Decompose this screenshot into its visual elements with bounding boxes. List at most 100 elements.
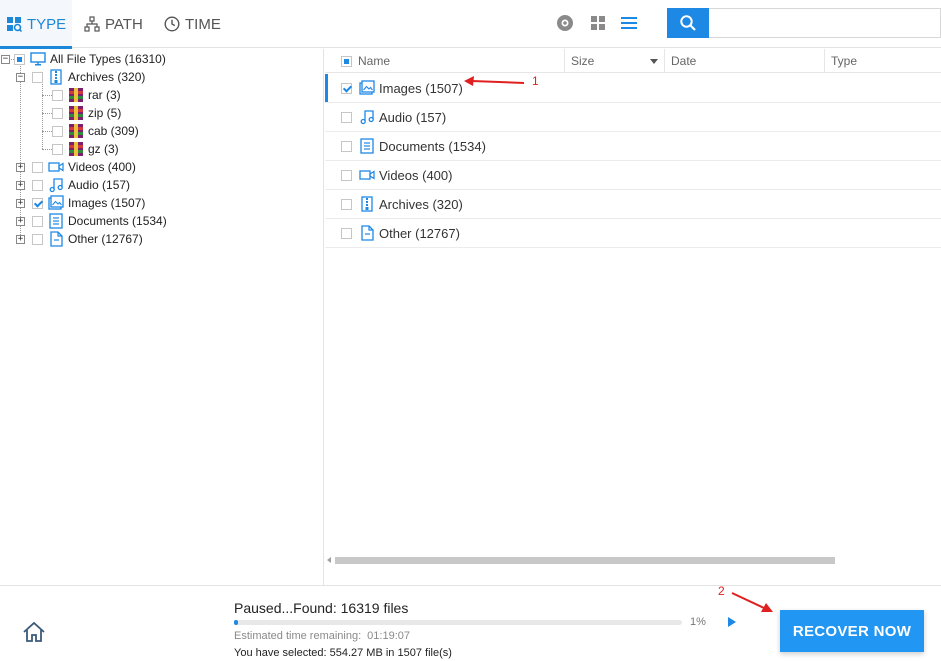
tab-time-label: TIME [185, 15, 221, 33]
tab-path[interactable]: PATH [84, 0, 143, 48]
list-item[interactable]: Archives (320) [325, 190, 941, 219]
resume-play-icon[interactable] [728, 617, 736, 627]
column-date[interactable]: Date [665, 49, 825, 73]
monitor-icon [30, 52, 46, 66]
list-item[interactable]: Documents (1534) [325, 132, 941, 161]
tree-item-label: rar (3) [88, 88, 121, 102]
annotation-arrow-1 [464, 76, 525, 86]
tree-connector [42, 131, 52, 132]
tree-collapse-toggle[interactable]: − [16, 73, 25, 82]
video-icon [48, 162, 64, 172]
tree-item-label: gz (3) [88, 142, 119, 156]
eta-value: 01:19:07 [367, 630, 410, 642]
select-all-checkbox[interactable] [341, 55, 352, 67]
list-item[interactable]: Videos (400) [325, 161, 941, 190]
tree-item-cab[interactable]: cab (309) [52, 122, 139, 140]
tree-item-label: Documents (1534) [68, 214, 167, 228]
file-other-icon [361, 225, 374, 241]
tree-item-label: All File Types (16310) [50, 52, 166, 66]
row-checkbox[interactable] [341, 82, 352, 94]
list-view-icon[interactable] [620, 14, 638, 32]
tree-item-audio[interactable]: Audio (157) [32, 176, 130, 194]
tab-type[interactable]: TYPE [0, 0, 72, 49]
list-item-label: Audio (157) [379, 109, 447, 125]
tab-path-label: PATH [105, 15, 143, 33]
winrar-icon [69, 142, 83, 156]
column-name[interactable]: Name [325, 49, 565, 73]
eta-text: Estimated time remaining: 01:19:07 [234, 630, 410, 642]
tree-item-other[interactable]: Other (12767) [32, 230, 143, 248]
tree-checkbox[interactable] [32, 71, 43, 83]
tree-expand-toggle[interactable]: + [16, 199, 25, 208]
tree-item-label: Images (1507) [68, 196, 146, 210]
home-icon[interactable] [22, 620, 46, 644]
tree-item-all[interactable]: All File Types (16310) [14, 50, 166, 68]
tree-item-gz[interactable]: gz (3) [52, 140, 119, 158]
recover-now-button[interactable]: RECOVER NOW [780, 610, 924, 652]
eye-icon[interactable] [556, 14, 574, 32]
top-bar: TYPE PATH TIME [0, 0, 941, 49]
tree-item-zip[interactable]: zip (5) [52, 104, 121, 122]
tree-checkbox[interactable] [32, 215, 43, 227]
list-item[interactable]: Images (1507) [325, 74, 941, 103]
list-item[interactable]: Other (12767) [325, 219, 941, 248]
list-item-label: Archives (320) [379, 196, 463, 212]
winrar-icon [69, 106, 83, 120]
tab-type-label: TYPE [27, 15, 67, 33]
sort-down-icon [650, 59, 658, 64]
search-button[interactable] [667, 8, 709, 38]
image-icon [48, 195, 64, 210]
grid-view-icon[interactable] [589, 14, 607, 32]
tree-connector [42, 81, 43, 149]
tree-expand-toggle[interactable]: + [16, 181, 25, 190]
tree-connector [42, 113, 52, 114]
document-icon [49, 213, 63, 229]
tree-expand-toggle[interactable]: + [16, 163, 25, 172]
row-checkbox[interactable] [341, 227, 352, 239]
tree-item-videos[interactable]: Videos (400) [32, 158, 136, 176]
tree-checkbox[interactable] [14, 53, 25, 65]
tree-item-label: Other (12767) [68, 232, 143, 246]
search-icon [680, 15, 696, 31]
row-checkbox[interactable] [341, 198, 352, 210]
grid-search-icon [7, 17, 22, 32]
column-name-label: Name [358, 54, 391, 68]
scrollbar-thumb[interactable] [335, 557, 835, 564]
list-header: Name Size Date Type [325, 49, 941, 73]
row-checkbox[interactable] [341, 111, 352, 123]
tree-item-label: Audio (157) [68, 178, 131, 192]
tree-item-images[interactable]: Images (1507) [32, 194, 145, 212]
row-checkbox[interactable] [341, 140, 352, 152]
tree-connector [42, 95, 52, 96]
tree-item-archives[interactable]: Archives (320) [32, 68, 145, 86]
column-size[interactable]: Size [565, 49, 665, 73]
tree-checkbox[interactable] [32, 233, 43, 245]
annotation-arrow-2 [731, 592, 773, 612]
file-type-tree: − All File Types (16310) − Archives (320… [0, 49, 324, 585]
tree-item-documents[interactable]: Documents (1534) [32, 212, 167, 230]
music-note-icon [360, 110, 374, 125]
tree-checkbox[interactable] [52, 125, 63, 137]
tree-expand-toggle[interactable]: + [16, 235, 25, 244]
tree-expand-toggle[interactable]: + [16, 217, 25, 226]
tree-checkbox[interactable] [52, 143, 63, 155]
scroll-left-arrow[interactable] [327, 557, 331, 563]
tree-checkbox[interactable] [52, 89, 63, 101]
document-icon [360, 138, 374, 154]
tree-item-rar[interactable]: rar (3) [52, 86, 121, 104]
column-type[interactable]: Type [825, 49, 941, 73]
search-input[interactable] [709, 8, 941, 38]
file-other-icon [50, 231, 63, 247]
tree-checkbox[interactable] [32, 161, 43, 173]
tab-time[interactable]: TIME [164, 0, 221, 48]
tree-checkbox[interactable] [52, 107, 63, 119]
list-item[interactable]: Audio (157) [325, 103, 941, 132]
column-date-label: Date [671, 54, 697, 68]
tree-collapse-toggle[interactable]: − [1, 55, 10, 64]
horizontal-scrollbar[interactable] [325, 554, 941, 566]
row-checkbox[interactable] [341, 169, 352, 181]
tree-checkbox[interactable] [32, 197, 43, 209]
annotation-label-2: 2 [718, 584, 725, 598]
tree-checkbox[interactable] [32, 179, 43, 191]
tree-connector [42, 149, 52, 150]
